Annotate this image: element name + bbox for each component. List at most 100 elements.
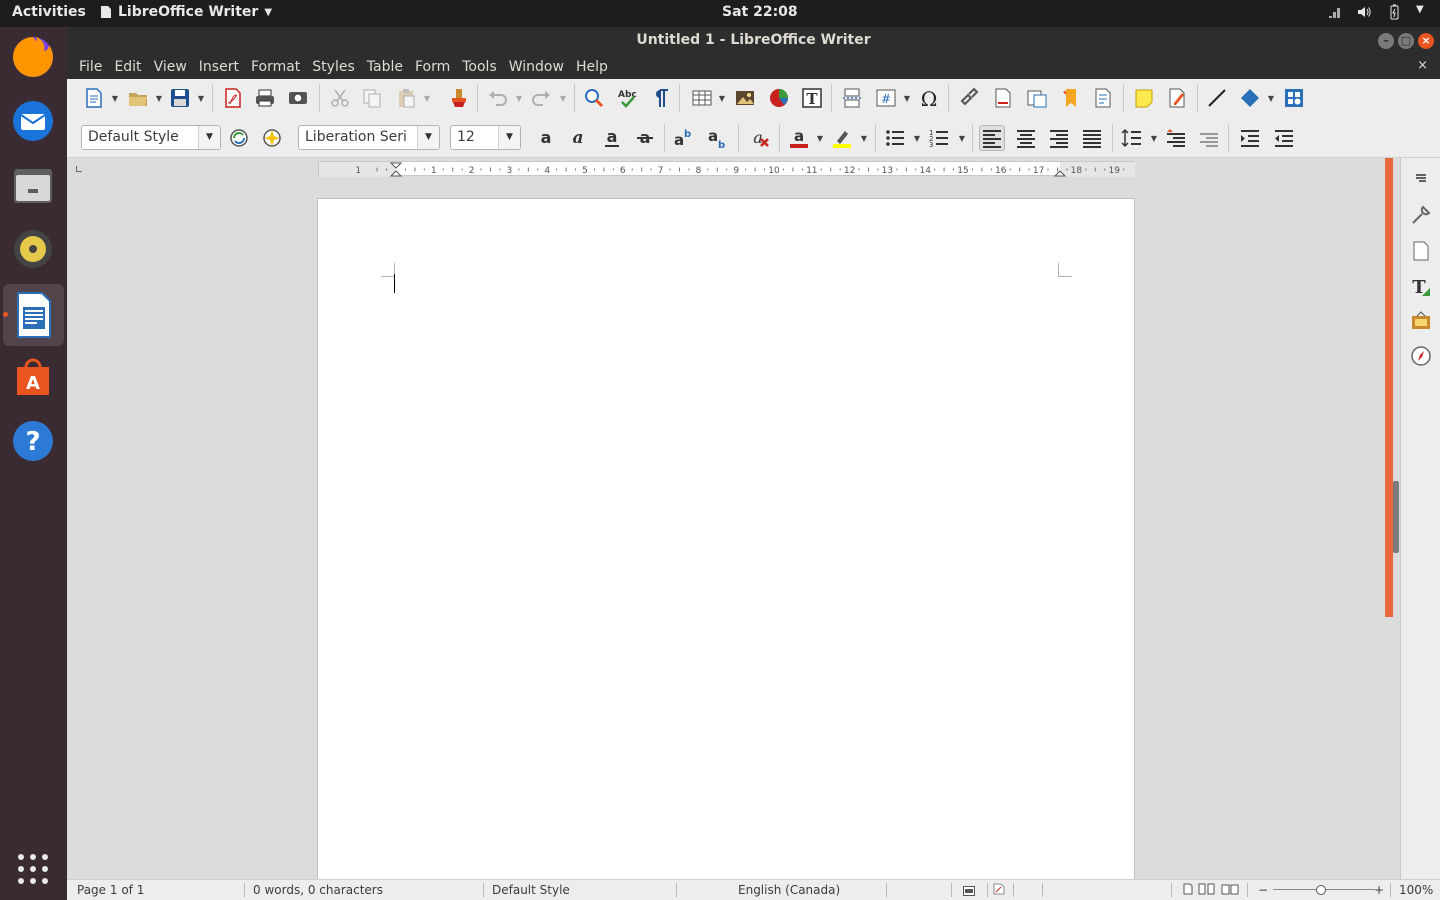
libreoffice-writer-icon[interactable] xyxy=(3,284,64,346)
chevron-down-icon[interactable]: ▼ xyxy=(417,126,439,149)
formatting-marks-icon[interactable] xyxy=(648,85,674,111)
strikethrough-icon[interactable]: a xyxy=(632,125,658,151)
insert-bookmark-icon[interactable] xyxy=(1058,85,1084,111)
insert-text-box-icon[interactable]: T xyxy=(799,85,825,111)
window-titlebar[interactable]: Untitled 1 - LibreOffice Writer – □ × xyxy=(67,27,1440,55)
document-modified-icon[interactable] xyxy=(993,883,1005,898)
multi-page-view-icon[interactable] xyxy=(1198,883,1216,898)
underline-icon[interactable]: a xyxy=(599,125,625,151)
properties-icon[interactable] xyxy=(1409,203,1433,227)
firefox-icon[interactable] xyxy=(9,33,57,81)
zoom-slider-thumb[interactable] xyxy=(1316,885,1326,895)
insert-field-icon[interactable]: # xyxy=(873,85,899,111)
align-center-icon[interactable] xyxy=(1013,125,1039,151)
zoom-level[interactable]: 100% xyxy=(1399,883,1433,897)
align-right-icon[interactable] xyxy=(1046,125,1072,151)
spelling-icon[interactable]: Abc xyxy=(615,85,641,111)
navigator-icon[interactable] xyxy=(1409,344,1433,368)
update-style-icon[interactable] xyxy=(226,125,252,151)
chevron-down-icon[interactable]: ▼ xyxy=(1267,85,1275,111)
insert-image-icon[interactable] xyxy=(732,85,758,111)
bold-icon[interactable]: a xyxy=(533,125,559,151)
insert-cross-reference-icon[interactable] xyxy=(1090,85,1116,111)
menu-help[interactable]: Help xyxy=(570,59,614,75)
chevron-down-icon[interactable]: ▼ xyxy=(155,85,163,111)
minimize-button[interactable]: – xyxy=(1378,33,1394,49)
insert-page-break-icon[interactable] xyxy=(839,85,865,111)
font-size-combo[interactable]: 12 ▼ xyxy=(450,125,521,150)
show-draw-functions-icon[interactable] xyxy=(1281,85,1307,111)
maximize-button[interactable]: □ xyxy=(1398,33,1414,49)
menu-format[interactable]: Format xyxy=(245,59,306,75)
files-icon[interactable] xyxy=(9,161,57,209)
menu-view[interactable]: View xyxy=(148,59,193,75)
save-icon[interactable] xyxy=(167,85,193,111)
special-character-icon[interactable]: Ω xyxy=(916,85,942,111)
open-icon[interactable] xyxy=(125,85,151,111)
chevron-down-icon[interactable]: ▼ xyxy=(559,85,567,111)
decrease-indent-icon[interactable] xyxy=(1271,125,1297,151)
menu-insert[interactable]: Insert xyxy=(193,59,245,75)
increase-paragraph-spacing-icon[interactable] xyxy=(1163,125,1189,151)
undo-icon[interactable] xyxy=(485,85,511,111)
insert-chart-icon[interactable] xyxy=(766,85,792,111)
paste-icon[interactable] xyxy=(393,85,419,111)
menu-file[interactable]: File xyxy=(73,59,108,75)
word-count[interactable]: 0 words, 0 characters xyxy=(253,883,383,897)
close-document-button[interactable]: × xyxy=(1417,58,1428,73)
print-icon[interactable] xyxy=(252,85,278,111)
chevron-down-icon[interactable]: ▼ xyxy=(903,85,911,111)
single-page-view-icon[interactable] xyxy=(1183,883,1193,898)
page-count[interactable]: Page 1 of 1 xyxy=(77,883,144,897)
subscript-icon[interactable]: ab xyxy=(705,125,731,151)
software-center-icon[interactable]: A xyxy=(9,353,57,401)
superscript-icon[interactable]: ab xyxy=(671,125,697,151)
insert-comment-icon[interactable] xyxy=(1131,85,1157,111)
show-applications-icon[interactable] xyxy=(9,845,57,893)
align-left-icon[interactable] xyxy=(979,125,1005,151)
help-icon[interactable]: ? xyxy=(9,417,57,465)
vertical-scrollbar-thumb[interactable] xyxy=(1393,481,1399,553)
clone-formatting-icon[interactable] xyxy=(446,85,472,111)
page-icon[interactable] xyxy=(1409,239,1433,263)
chevron-down-icon[interactable]: ▼ xyxy=(515,85,523,111)
export-pdf-icon[interactable] xyxy=(220,85,246,111)
chevron-down-icon[interactable]: ▼ xyxy=(498,126,520,149)
line-spacing-icon[interactable] xyxy=(1119,125,1145,151)
chevron-down-icon[interactable]: ▼ xyxy=(1150,125,1158,151)
close-window-button[interactable]: × xyxy=(1418,33,1434,49)
rhythmbox-icon[interactable] xyxy=(9,225,57,273)
menu-styles[interactable]: Styles xyxy=(306,59,360,75)
gallery-icon[interactable] xyxy=(1409,309,1433,333)
chevron-down-icon[interactable]: ▼ xyxy=(718,85,726,111)
book-view-icon[interactable] xyxy=(1221,883,1239,898)
new-document-icon[interactable] xyxy=(81,85,107,111)
activities-button[interactable]: Activities xyxy=(12,4,86,20)
clear-formatting-icon[interactable]: a xyxy=(747,125,773,151)
chevron-down-icon[interactable]: ▼ xyxy=(198,126,220,149)
new-style-icon[interactable] xyxy=(259,125,285,151)
sidebar-menu-icon[interactable] xyxy=(1409,166,1433,190)
increase-indent-icon[interactable] xyxy=(1237,125,1263,151)
menu-tools[interactable]: Tools xyxy=(456,59,503,75)
language[interactable]: English (Canada) xyxy=(738,883,840,897)
document-page[interactable] xyxy=(317,198,1135,879)
chevron-down-icon[interactable]: ▼ xyxy=(913,125,921,151)
chevron-down-icon[interactable]: ▼ xyxy=(958,125,966,151)
decrease-paragraph-spacing-icon[interactable] xyxy=(1196,125,1222,151)
insert-endnote-icon[interactable] xyxy=(1024,85,1050,111)
insert-footnote-icon[interactable] xyxy=(990,85,1016,111)
chevron-down-icon[interactable]: ▼ xyxy=(197,85,205,111)
basic-shapes-icon[interactable] xyxy=(1237,85,1263,111)
find-replace-icon[interactable] xyxy=(581,85,607,111)
styles-icon[interactable]: T xyxy=(1409,275,1433,299)
zoom-out-button[interactable]: − xyxy=(1258,883,1268,897)
insert-line-icon[interactable] xyxy=(1204,85,1230,111)
chevron-down-icon[interactable]: ▼ xyxy=(860,125,868,151)
italic-icon[interactable]: a xyxy=(565,125,591,151)
insert-hyperlink-icon[interactable] xyxy=(957,85,983,111)
menu-table[interactable]: Table xyxy=(361,59,409,75)
app-menu[interactable]: LibreOffice Writer ▼ xyxy=(100,4,272,20)
menu-form[interactable]: Form xyxy=(409,59,456,75)
menu-window[interactable]: Window xyxy=(503,59,570,75)
